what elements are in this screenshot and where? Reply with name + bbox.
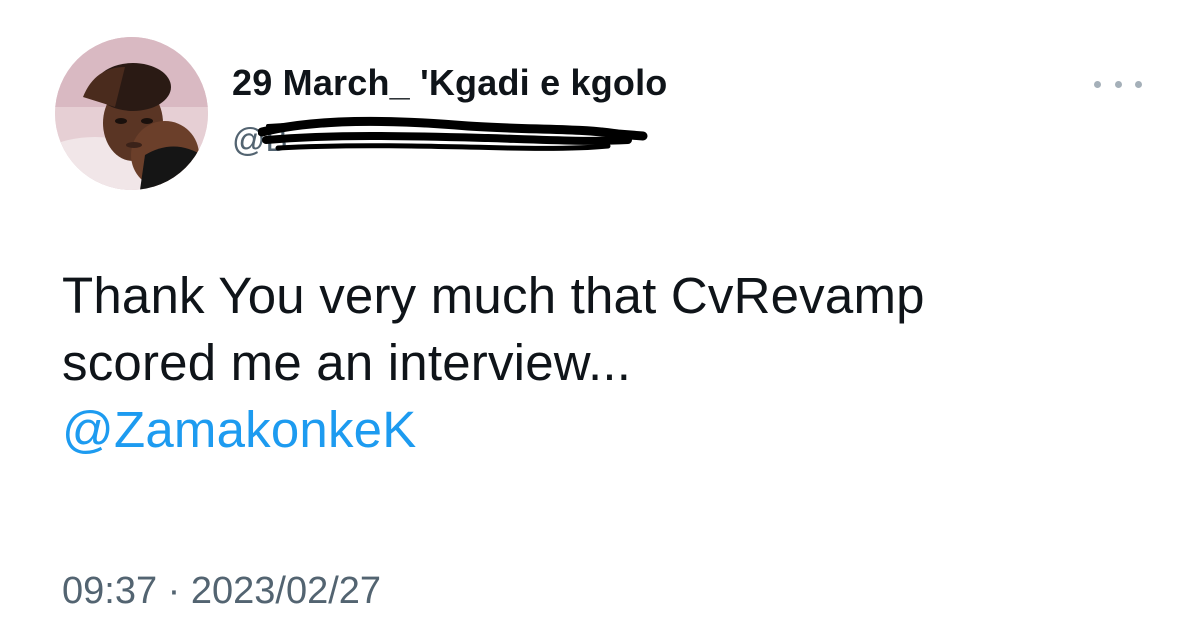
tweet-text-line-2: scored me an interview... bbox=[62, 334, 632, 391]
display-name[interactable]: 29 March_ 'Kgadi e kgolo bbox=[232, 62, 667, 104]
tweet-text-line-1: Thank You very much that CvRevamp bbox=[62, 267, 925, 324]
more-dot bbox=[1094, 80, 1101, 88]
more-dot bbox=[1114, 80, 1122, 88]
more-options-icon[interactable] bbox=[1094, 72, 1142, 96]
tweet-text: Thank You very much that CvRevamp scored… bbox=[62, 262, 1162, 463]
profile-photo-avatar bbox=[55, 37, 208, 190]
more-dot bbox=[1135, 80, 1142, 88]
mention-link[interactable]: @ZamakonkeK bbox=[62, 396, 1162, 463]
tweet-time: 09:37 bbox=[62, 570, 158, 612]
avatar[interactable] bbox=[55, 37, 208, 190]
tweet-card: 29 March_ 'Kgadi e kgolo @B Thank You ve… bbox=[0, 0, 1200, 633]
redaction-scribble bbox=[258, 116, 648, 151]
meta-separator: · bbox=[167, 570, 181, 612]
tweet-date: 2023/02/27 bbox=[190, 570, 382, 612]
tweet-timestamp[interactable]: 09:37 · 2023/02/27 bbox=[62, 570, 381, 613]
